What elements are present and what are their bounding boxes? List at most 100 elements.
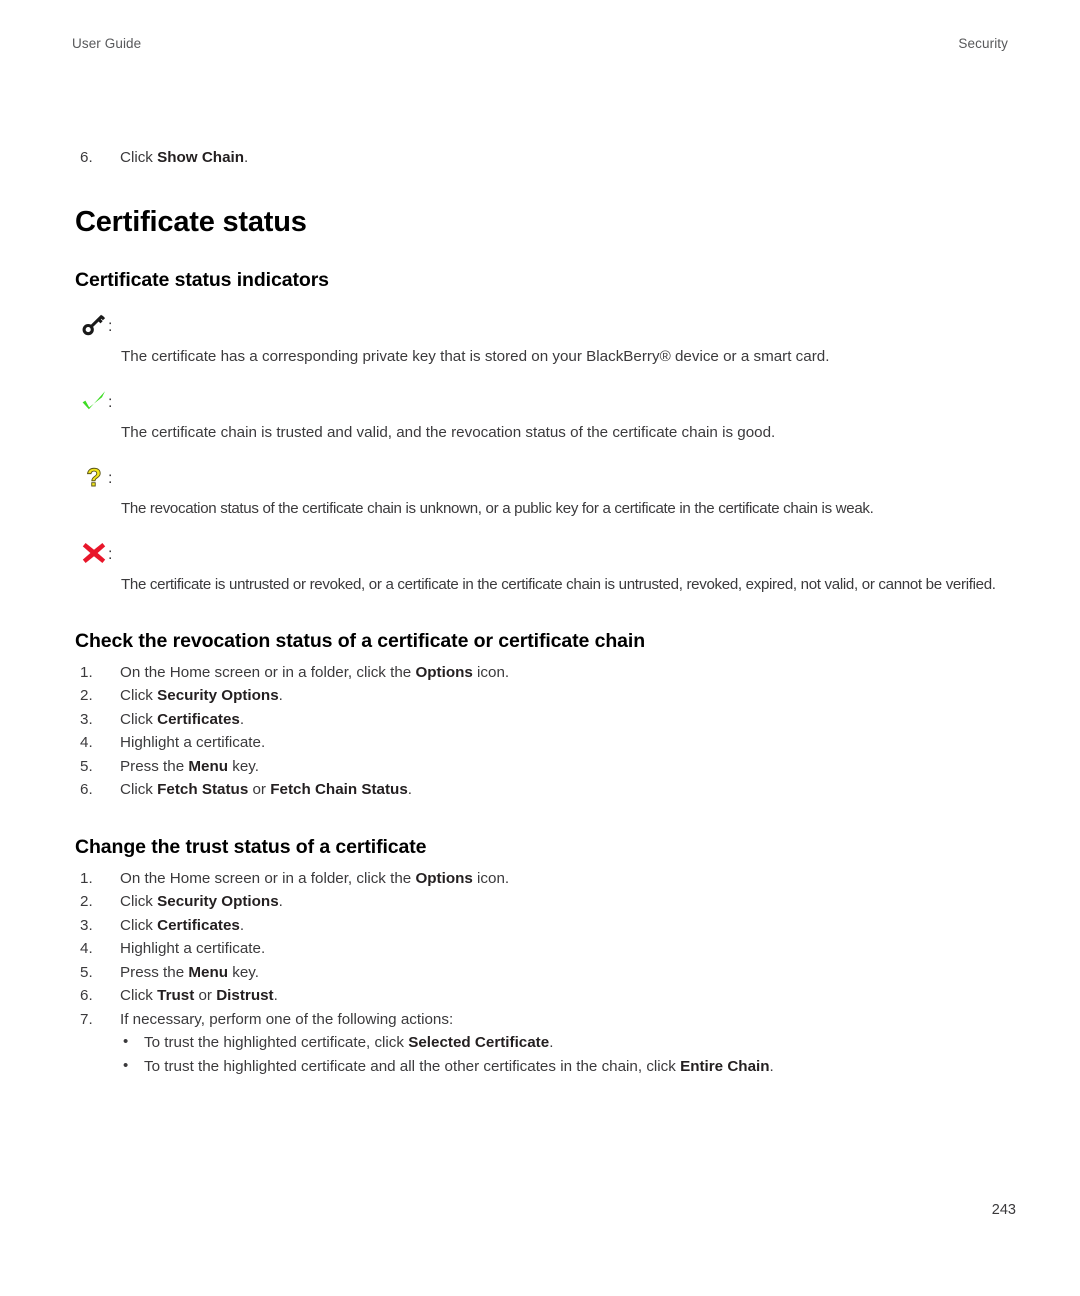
status-indicator-description: The certificate chain is trusted and val… bbox=[121, 423, 776, 441]
body-text: . bbox=[239, 916, 245, 934]
body-text: Click bbox=[120, 916, 158, 934]
body-text: icon. bbox=[472, 869, 510, 887]
body-text: . bbox=[407, 781, 413, 798]
emphasis-text: Entire Chain bbox=[680, 1057, 770, 1075]
status-indicator-item: ?: The revocation status of the certifica… bbox=[75, 462, 1025, 520]
body-text: Click bbox=[120, 710, 158, 728]
step-number: 4. bbox=[80, 734, 93, 751]
body-text: On the Home screen or in a folder, click… bbox=[120, 869, 416, 887]
section-heading: Certificate status indicators bbox=[75, 268, 329, 291]
step-text-pre: Click bbox=[120, 149, 158, 166]
body-text: Click bbox=[120, 987, 158, 1004]
running-header-right: Security bbox=[958, 36, 1008, 51]
colon-separator: : bbox=[108, 393, 113, 411]
emphasis-text: Security Options bbox=[157, 687, 279, 704]
status-indicator-item: : The certificate chain is trusted and va… bbox=[75, 386, 1025, 444]
top-step-list: 6. Click Show Chain. bbox=[75, 146, 1025, 170]
numbered-step-list: 1. On the Home screen or in a folder, cli… bbox=[75, 661, 1025, 802]
emphasis-text: Options bbox=[415, 869, 473, 887]
colon-separator: : bbox=[108, 469, 113, 487]
numbered-step-list: 1. On the Home screen or in a folder, cli… bbox=[75, 867, 1025, 1032]
body-text: To trust the highlighted certificate and… bbox=[144, 1057, 681, 1075]
body-text: or bbox=[248, 781, 271, 798]
sections-container: Certificate status indicators: The certif… bbox=[75, 269, 1025, 1079]
emphasis-text: Distrust bbox=[216, 987, 274, 1004]
running-header-left: User Guide bbox=[72, 36, 142, 51]
running-header: User Guide Security bbox=[72, 36, 1008, 51]
body-text: Click bbox=[120, 687, 158, 704]
step-number: 2. bbox=[80, 687, 93, 704]
body-text: icon. bbox=[472, 663, 510, 681]
body-text: . bbox=[278, 687, 283, 704]
step-number: 6. bbox=[80, 781, 93, 798]
step-number: 6. bbox=[80, 149, 93, 166]
list-item: • To trust the highlighted certificate, c… bbox=[75, 1031, 1025, 1055]
list-item: 4. Highlight a certificate. bbox=[75, 731, 1025, 755]
page-title: Certificate status bbox=[75, 205, 307, 238]
list-item: 4. Highlight a certificate. bbox=[75, 937, 1025, 961]
status-indicator-icon-row: ?: bbox=[75, 462, 1025, 492]
step-text-post: . bbox=[244, 149, 249, 166]
list-item: 3. Click Certificates. bbox=[75, 914, 1025, 938]
list-item: 5. Press the Menu key. bbox=[75, 755, 1025, 779]
step-text-bold: Show Chain bbox=[157, 149, 245, 166]
bullet-sublist: • To trust the highlighted certificate, c… bbox=[75, 1031, 1025, 1078]
status-indicator-icon-row: : bbox=[75, 538, 1025, 568]
status-indicator-icon-row: : bbox=[75, 310, 1025, 340]
list-item: 2. Click Security Options. bbox=[75, 890, 1025, 914]
list-item: 6. Click Trust or Distrust. bbox=[75, 984, 1025, 1008]
emphasis-text: Security Options bbox=[157, 893, 279, 910]
body-text: key. bbox=[228, 963, 259, 981]
status-indicator-description: The certificate has a corresponding priv… bbox=[121, 347, 830, 365]
step-number: 3. bbox=[80, 710, 93, 728]
section-heading: Change the trust status of a certificate bbox=[75, 835, 427, 858]
body-text: Click bbox=[120, 893, 158, 910]
body-text: Highlight a certificate. bbox=[120, 734, 266, 751]
list-item: 5. Press the Menu key. bbox=[75, 961, 1025, 985]
body-text: . bbox=[769, 1057, 774, 1075]
status-indicator-item: : The certificate has a corresponding pri… bbox=[75, 310, 1025, 368]
section-heading: Check the revocation status of a certifi… bbox=[75, 629, 646, 652]
body-text: key. bbox=[228, 757, 259, 775]
question-icon: ? bbox=[81, 463, 111, 491]
status-indicator-icon-row: : bbox=[75, 386, 1025, 416]
svg-text:?: ? bbox=[86, 464, 101, 490]
step-number: 4. bbox=[80, 940, 93, 957]
step-number: 3. bbox=[80, 916, 93, 934]
body-text: Press the bbox=[120, 963, 189, 981]
body-text: Press the bbox=[120, 757, 189, 775]
step-number: 7. bbox=[80, 1010, 93, 1028]
body-text: If necessary, perform one of the followi… bbox=[120, 1010, 454, 1028]
colon-separator: : bbox=[108, 545, 113, 563]
emphasis-text: Options bbox=[415, 663, 473, 681]
step-number: 2. bbox=[80, 893, 93, 910]
emphasis-text: Certificates bbox=[157, 916, 240, 934]
step-number: 1. bbox=[80, 663, 93, 681]
step-number: 5. bbox=[80, 757, 93, 775]
emphasis-text: Menu bbox=[188, 757, 229, 775]
emphasis-text: Fetch Status bbox=[157, 781, 249, 798]
list-item: 7. If necessary, perform one of the follo… bbox=[75, 1008, 1025, 1032]
step-number: 1. bbox=[80, 869, 93, 887]
emphasis-text: Fetch Chain Status bbox=[270, 781, 408, 798]
list-item: 1. On the Home screen or in a folder, cli… bbox=[75, 661, 1025, 685]
body-text: . bbox=[549, 1034, 554, 1051]
body-text: or bbox=[194, 987, 217, 1004]
body-text: . bbox=[239, 710, 245, 728]
body-text: To trust the highlighted certificate, cl… bbox=[144, 1034, 409, 1051]
cross-icon bbox=[81, 539, 111, 567]
status-indicator-description: The revocation status of the certificate… bbox=[121, 499, 874, 517]
status-indicator-list: : The certificate has a corresponding pri… bbox=[75, 310, 1025, 596]
list-item: • To trust the highlighted certificate an… bbox=[75, 1055, 1025, 1079]
document-page: User Guide Security 6. Click Show Chain. … bbox=[0, 0, 1080, 1296]
status-indicator-item: : The certificate is untrusted or revoked… bbox=[75, 538, 1025, 596]
body-text: . bbox=[278, 893, 283, 910]
body-text: Click bbox=[120, 781, 158, 798]
emphasis-text: Certificates bbox=[157, 710, 240, 728]
step-number: 6. bbox=[80, 987, 93, 1004]
emphasis-text: Selected Certificate bbox=[408, 1034, 550, 1051]
list-item: 6. Click Show Chain. bbox=[75, 146, 1025, 170]
list-item: 2. Click Security Options. bbox=[75, 684, 1025, 708]
bullet-marker: • bbox=[123, 1033, 129, 1050]
body-text: . bbox=[273, 987, 278, 1004]
